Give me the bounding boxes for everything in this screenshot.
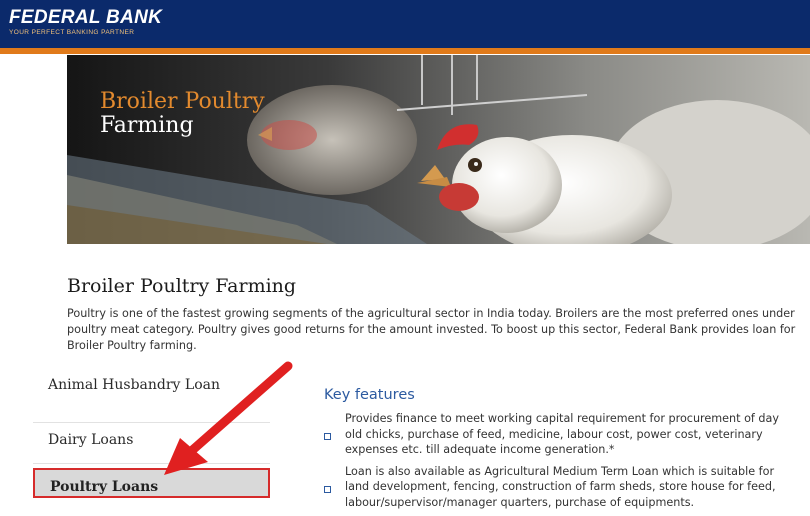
federal-bank-logo[interactable]: FEDERAL BANK YOUR PERFECT BANKING PARTNE… xyxy=(9,7,163,37)
feature-text: Loan is also available as Agricultural M… xyxy=(345,464,776,509)
intro-paragraph: Poultry is one of the fastest growing se… xyxy=(67,307,796,352)
key-features-list: Provides finance to meet working capital… xyxy=(324,411,784,516)
feature-item: Provides finance to meet working capital… xyxy=(324,411,784,458)
site-header: FEDERAL BANK YOUR PERFECT BANKING PARTNE… xyxy=(0,0,810,48)
feature-item: Loan is also available as Agricultural M… xyxy=(324,464,784,511)
banner-title-line2: Farming xyxy=(100,113,194,138)
feature-text: Provides finance to meet working capital… xyxy=(345,412,780,456)
square-bullet-icon xyxy=(324,433,331,440)
red-arrow-annotation xyxy=(164,361,293,475)
logo-tagline: YOUR PERFECT BANKING PARTNER xyxy=(9,29,135,36)
page-title: Broiler Poultry Farming xyxy=(67,275,297,297)
hero-banner: Broiler Poultry Farming xyxy=(67,55,810,244)
banner-title-line1: Broiler Poultry xyxy=(100,89,265,114)
chickens-photo xyxy=(67,55,810,244)
key-features-heading: Key features xyxy=(324,387,415,403)
square-bullet-icon xyxy=(324,485,331,493)
logo-text: FEDERAL BANK xyxy=(9,7,163,28)
banner-title: Broiler Poultry Farming xyxy=(100,90,265,138)
header-accent-strip xyxy=(0,48,810,54)
